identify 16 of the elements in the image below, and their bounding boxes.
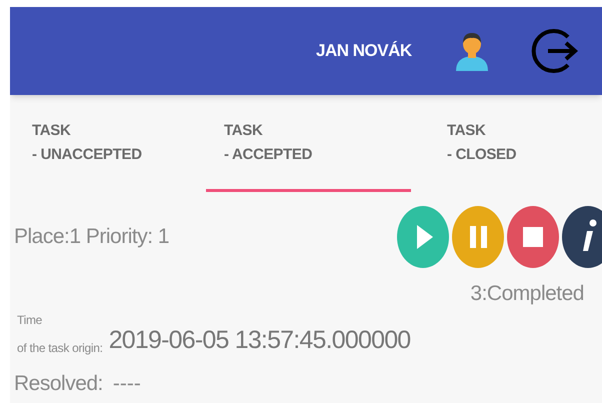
pause-button[interactable] bbox=[452, 206, 504, 268]
info-button[interactable] bbox=[562, 206, 602, 268]
play-button[interactable] bbox=[397, 206, 449, 268]
time-label: of the task origin: bbox=[17, 340, 103, 356]
origin-time-value: 2019-06-05 13:57:45.000000 bbox=[108, 325, 410, 356]
tab[interactable]: TASK - CLOSED bbox=[411, 95, 602, 192]
time-label: Time bbox=[17, 312, 44, 328]
resolved-label: Resolved: bbox=[14, 370, 103, 396]
status-text: 3:Completed bbox=[470, 281, 584, 307]
place-priority-text: Place:1 Priority: 1 bbox=[14, 225, 170, 248]
tab[interactable]: TASK - ACCEPTED bbox=[206, 95, 411, 192]
stop-button[interactable] bbox=[507, 206, 559, 268]
user-avatar-icon[interactable] bbox=[454, 31, 490, 71]
resolved-value: ---- bbox=[112, 370, 141, 396]
user-name: JAN NOVÁK bbox=[316, 40, 412, 62]
tab[interactable]: TASK - UNACCEPTED bbox=[10, 95, 206, 192]
